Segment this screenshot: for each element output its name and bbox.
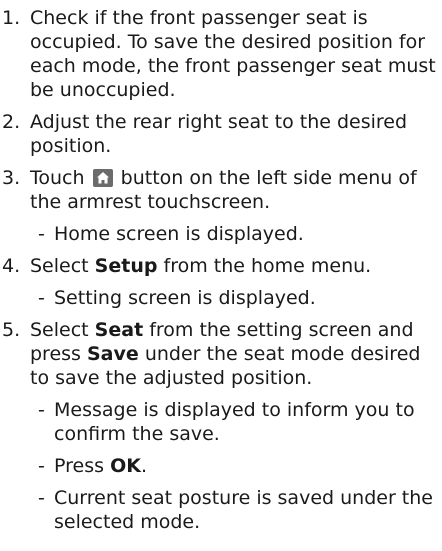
instruction-list: 1. Check if the front passenger seat is … — [0, 0, 442, 534]
sub-text: Current seat posture is saved under the … — [54, 487, 433, 533]
menu-name-save: Save — [87, 343, 139, 365]
menu-name-setup: Setup — [94, 255, 158, 277]
step-text-post: button on the left side menu of the armr… — [30, 167, 417, 213]
step-content: Select Setup from the home menu. - Setti… — [30, 254, 442, 310]
dash: - — [38, 455, 45, 477]
step-text-pre: Touch — [30, 167, 85, 189]
sub-item: - Setting screen is displayed. — [30, 286, 440, 310]
dash: - — [38, 487, 45, 509]
sub-item: - Current seat posture is saved under th… — [30, 486, 440, 534]
step-number: 3. — [2, 167, 21, 189]
sub-text: Setting screen is displayed. — [54, 287, 316, 309]
sub-item: - Press OK. — [30, 454, 440, 478]
step-content: Touch button on the left side menu of th… — [30, 166, 442, 246]
home-icon — [92, 169, 113, 187]
sub-item: - Message is displayed to inform you to … — [30, 398, 440, 446]
step-content: Select Seat from the setting screen and … — [30, 318, 442, 534]
step-text: Check if the front passenger seat is occ… — [30, 7, 436, 101]
step-text-pre: Select — [30, 319, 89, 341]
step-number: 5. — [2, 319, 21, 341]
sub-text-post: . — [140, 455, 147, 477]
step-4: 4. Select Setup from the home menu. - Se… — [0, 254, 442, 310]
step-5: 5. Select Seat from the setting screen a… — [0, 318, 442, 534]
dash: - — [38, 223, 45, 245]
sub-item: - Home screen is displayed. — [30, 222, 440, 246]
step-text-post: from the home menu. — [163, 255, 372, 277]
sub-text: Message is displayed to inform you to co… — [54, 399, 415, 445]
step-3: 3. Touch button on the left side menu of… — [0, 166, 442, 246]
step-text-pre: Select — [30, 255, 89, 277]
ok-label: OK — [110, 455, 141, 477]
dash: - — [38, 399, 45, 421]
step-1: 1. Check if the front passenger seat is … — [0, 6, 442, 102]
step-number: 2. — [2, 111, 21, 133]
menu-name-seat: Seat — [94, 319, 144, 341]
dash: - — [38, 287, 45, 309]
step-text: Adjust the rear right seat to the desire… — [30, 111, 408, 157]
sub-text: Home screen is displayed. — [54, 223, 304, 245]
step-2: 2. Adjust the rear right seat to the des… — [0, 110, 442, 158]
sub-text-pre: Press — [54, 455, 105, 477]
step-number: 1. — [2, 7, 21, 29]
sub-text: Press OK. — [54, 454, 440, 478]
step-number: 4. — [2, 255, 21, 277]
